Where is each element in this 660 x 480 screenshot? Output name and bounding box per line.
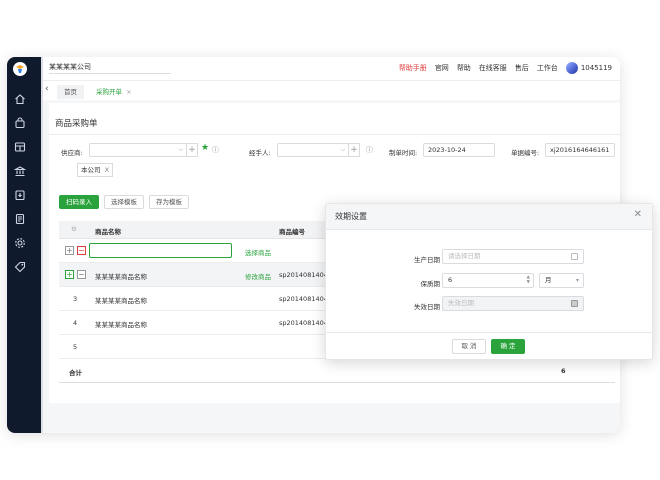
workbench-link[interactable]: 工作台	[537, 63, 558, 73]
dialog-footer-divider	[326, 332, 652, 333]
date-label: 制单时间:	[389, 149, 418, 157]
home-icon[interactable]	[14, 93, 26, 105]
top-links: 帮助手册 官网 帮助 在线客服 售后 工作台 1045119	[399, 62, 612, 74]
row-index: 3	[73, 295, 78, 303]
chevron-down-icon: ⌵	[340, 146, 345, 153]
save-template-button[interactable]: 存为模板	[149, 195, 189, 209]
goods-name-input[interactable]	[89, 243, 232, 258]
add-handler-button[interactable]: +	[348, 143, 360, 157]
chevron-down-icon: ▾	[575, 277, 579, 284]
company-underline	[49, 73, 171, 74]
page-title: 商品采购单	[55, 119, 98, 129]
expiry-date-label: 失效日期	[414, 303, 440, 311]
total-label: 合计	[69, 369, 82, 377]
box-icon[interactable]	[14, 141, 26, 153]
supplier-label: 供应商:	[61, 149, 83, 157]
shelf-life-unit-select[interactable]: 月 ▾	[539, 273, 584, 288]
tab-bar: ‹ 首页 采购开单 ×	[43, 80, 620, 100]
add-row-icon[interactable]: +	[65, 246, 74, 255]
shelf-life-label: 保质期	[420, 280, 441, 288]
date-input[interactable]: 2023-10-24	[423, 143, 495, 157]
goods-name: 某某某某商品名称	[95, 297, 147, 305]
avatar	[565, 62, 578, 74]
title-divider	[49, 134, 620, 135]
modify-goods-link[interactable]: 修改商品	[245, 271, 271, 281]
row-index: 5	[73, 343, 78, 351]
select-goods-link[interactable]: 选择商品	[245, 247, 271, 257]
production-date-label: 生产日期	[414, 256, 440, 264]
order-no-label: 单据编号:	[511, 149, 540, 157]
stepper-icon[interactable]: ▲ ▼	[527, 275, 530, 285]
user-menu[interactable]: 1045119	[565, 62, 612, 74]
expiry-settings-dialog: 效期设置 ✕ 生产日期 请选择日期 保质期 6 ▲ ▼ 月 ▾ 失效日期 失效日期…	[325, 203, 653, 360]
row-index: 4	[73, 319, 78, 327]
help-manual-link[interactable]: 帮助手册	[399, 63, 427, 73]
chevron-down-icon: ⌵	[178, 146, 183, 153]
col-name: 商品名称	[95, 228, 121, 236]
scan-entry-button[interactable]: 扫码录入	[59, 195, 99, 209]
inbox-icon[interactable]	[14, 189, 26, 201]
expiry-date-placeholder: 失效日期	[448, 299, 474, 307]
help-icon[interactable]: ⓘ	[212, 145, 219, 155]
remove-row-icon[interactable]: −	[77, 246, 86, 255]
select-template-button[interactable]: 选择模板	[104, 195, 144, 209]
expiry-date-input: 失效日期	[442, 296, 584, 311]
add-supplier-button[interactable]: +	[186, 143, 198, 157]
handler-label: 经手人:	[249, 149, 271, 157]
production-date-placeholder: 请选择日期	[448, 252, 481, 260]
document-icon[interactable]	[14, 213, 26, 225]
official-site-link[interactable]: 官网	[435, 63, 449, 73]
shelf-life-value: 6	[448, 276, 453, 284]
close-icon[interactable]: ✕	[634, 209, 642, 220]
user-id: 1045119	[580, 64, 612, 72]
goods-name: 某某某某商品名称	[95, 273, 147, 281]
tab-close-icon[interactable]: ×	[126, 88, 131, 96]
settings-icon[interactable]	[14, 237, 26, 249]
confirm-button[interactable]: 确 定	[491, 339, 525, 354]
goods-name: 某某某某商品名称	[95, 321, 147, 329]
company-chip[interactable]: 本公司 X	[77, 163, 114, 177]
calendar-icon	[571, 300, 578, 307]
chip-label: 本公司	[81, 166, 101, 174]
help-icon[interactable]: ⓘ	[366, 145, 373, 155]
bag-icon[interactable]	[14, 117, 26, 129]
gear-icon[interactable]: ⚙	[71, 225, 77, 233]
supplier-select[interactable]: ⌵	[89, 143, 187, 157]
star-icon[interactable]: ★	[201, 143, 209, 153]
back-icon[interactable]: ‹	[45, 84, 49, 94]
add-row-icon[interactable]: +	[65, 270, 74, 279]
dialog-header: 效期设置 ✕	[326, 204, 652, 230]
remove-row-icon[interactable]: −	[77, 270, 86, 279]
top-bar: 某某某某公司 帮助手册 官网 帮助 在线客服 售后 工作台 1045119	[43, 57, 620, 80]
calendar-icon	[571, 253, 578, 260]
total-row: 合计 6	[59, 359, 615, 383]
online-service-link[interactable]: 在线客服	[479, 63, 507, 73]
dialog-title: 效期设置	[335, 212, 367, 221]
bank-icon[interactable]	[14, 165, 26, 177]
col-code: 商品编号	[279, 228, 305, 236]
sidebar	[7, 57, 41, 433]
order-no-input[interactable]: xj2016164646161	[545, 143, 615, 157]
handler-select[interactable]: ⌵	[277, 143, 349, 157]
chip-close-icon[interactable]: X	[105, 166, 109, 174]
help-link[interactable]: 帮助	[457, 63, 471, 73]
tab-purchase[interactable]: 采购开单 ×	[89, 85, 139, 99]
shelf-life-input[interactable]: 6 ▲ ▼	[442, 273, 534, 288]
shelf-life-unit: 月	[545, 276, 552, 284]
tab-home[interactable]: 首页	[57, 85, 84, 99]
cancel-button[interactable]: 取 消	[452, 339, 486, 354]
production-date-input[interactable]: 请选择日期	[442, 249, 584, 264]
company-name[interactable]: 某某某某公司	[49, 62, 91, 72]
tag-icon[interactable]	[14, 261, 26, 273]
after-sales-link[interactable]: 售后	[515, 63, 529, 73]
total-value: 6	[561, 367, 566, 375]
tab-purchase-label: 采购开单	[96, 88, 122, 96]
logo-icon	[13, 62, 27, 76]
